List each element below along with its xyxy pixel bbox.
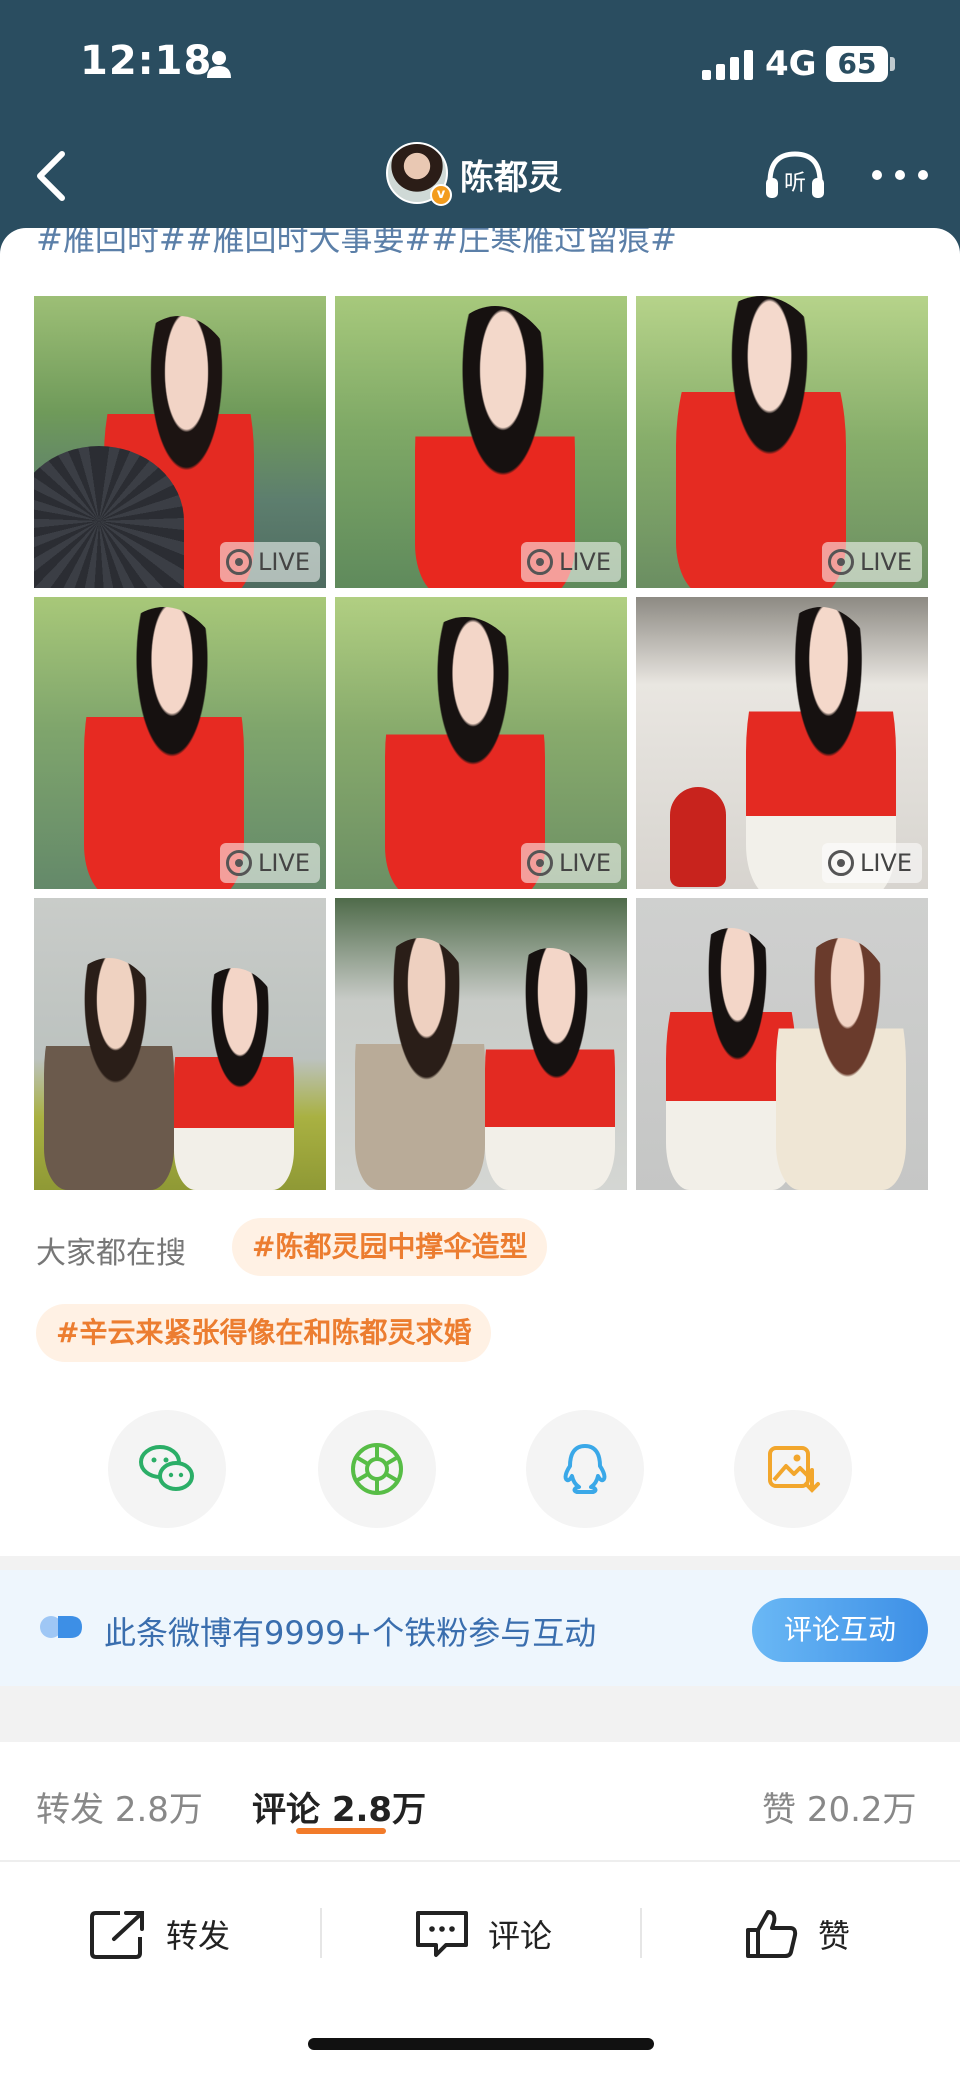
photo-5[interactable]: LIVE <box>335 597 627 889</box>
post-card: #雁回时##雁回时大事要##庄寒雁过留痕# LIVE LIVE LIVE LIV… <box>0 228 960 2077</box>
live-badge: LIVE <box>821 542 922 582</box>
moments-icon <box>351 1443 403 1495</box>
live-icon <box>827 850 854 876</box>
repost-button[interactable]: 转发 <box>90 1864 230 2004</box>
network-type: 4G <box>765 44 817 84</box>
like-button[interactable]: 赞 <box>744 1864 850 2004</box>
section-divider <box>0 1686 960 1742</box>
action-separator <box>320 1908 322 1958</box>
listen-label: 听 <box>784 171 806 196</box>
active-tab-indicator <box>296 1828 386 1834</box>
page-title[interactable]: 陈都灵 <box>460 150 562 199</box>
comment-icon <box>416 1911 468 1957</box>
headphones-listen-icon[interactable]: 听 <box>764 146 826 202</box>
tab-repost[interactable]: 转发 2.8万 <box>36 1782 203 1831</box>
comment-button[interactable]: 评论 <box>414 1864 552 2004</box>
share-moments-button[interactable] <box>318 1410 436 1528</box>
share-wechat-button[interactable] <box>108 1410 226 1528</box>
fans-interaction-icon <box>40 1616 82 1638</box>
qq-icon <box>563 1444 607 1494</box>
signal-icon <box>702 50 753 80</box>
photo-4[interactable]: LIVE <box>34 597 326 889</box>
live-badge: LIVE <box>219 843 320 883</box>
tab-comment[interactable]: 评论 2.8万 <box>252 1782 426 1831</box>
live-badge: LIVE <box>520 843 621 883</box>
save-image-icon <box>768 1446 820 1493</box>
vase <box>670 787 726 887</box>
save-image-button[interactable] <box>734 1410 852 1528</box>
nav-bar: v 陈都灵 听 <box>0 130 960 230</box>
iron-fans-banner[interactable]: 此条微博有9999+个铁粉参与互动 评论互动 <box>0 1570 960 1686</box>
person-icon <box>207 51 231 78</box>
battery-tip <box>890 57 895 71</box>
live-icon <box>827 549 854 575</box>
more-icon[interactable] <box>870 168 930 182</box>
repost-label: 转发 <box>166 1917 231 1955</box>
tab-like[interactable]: 赞 20.2万 <box>762 1782 917 1831</box>
share-qq-button[interactable] <box>526 1410 644 1528</box>
back-arrow-icon[interactable] <box>24 144 84 208</box>
live-icon <box>225 850 252 876</box>
verified-badge: v <box>430 184 452 206</box>
interaction-tabs: 转发 2.8万 评论 2.8万 赞 20.2万 <box>0 1742 960 1862</box>
like-label: 赞 <box>818 1917 851 1955</box>
post-hashtags[interactable]: #雁回时##雁回时大事要##庄寒雁过留痕# <box>36 228 677 260</box>
photo-1[interactable]: LIVE <box>34 296 326 588</box>
trending-search-label: 大家都在搜 <box>36 1236 186 1271</box>
trending-tag-1[interactable]: #陈都灵园中撑伞造型 <box>232 1218 548 1276</box>
live-icon <box>225 549 252 575</box>
section-divider <box>0 1556 960 1570</box>
action-separator <box>640 1908 642 1958</box>
thumbs-up-icon <box>746 1910 798 1958</box>
repost-icon <box>90 1911 144 1959</box>
photo-9[interactable] <box>636 898 928 1190</box>
live-icon <box>526 850 553 876</box>
photo-7[interactable] <box>34 898 326 1190</box>
comment-interact-button[interactable]: 评论互动 <box>752 1598 928 1662</box>
live-badge: LIVE <box>821 843 922 883</box>
status-time: 12:18 <box>80 38 213 84</box>
battery-level: 65 <box>826 46 888 82</box>
trending-tag-2[interactable]: #辛云来紧张得像在和陈都灵求婚 <box>36 1304 492 1362</box>
photo-3[interactable]: LIVE <box>636 296 928 588</box>
battery-icon: 65 <box>826 46 896 82</box>
live-icon <box>526 549 553 575</box>
status-bar: 12:18 4G 65 <box>0 0 960 130</box>
wechat-icon <box>139 1445 194 1491</box>
home-indicator[interactable] <box>308 2038 654 2050</box>
bottom-action-bar: 转发 评论 赞 <box>0 1864 960 2004</box>
iron-fans-text: 此条微博有9999+个铁粉参与互动 <box>104 1614 597 1652</box>
comment-label: 评论 <box>488 1917 553 1955</box>
photo-6[interactable]: LIVE <box>636 597 928 889</box>
photo-8[interactable] <box>335 898 627 1190</box>
live-badge: LIVE <box>520 542 621 582</box>
live-badge: LIVE <box>219 542 320 582</box>
photo-2[interactable]: LIVE <box>335 296 627 588</box>
